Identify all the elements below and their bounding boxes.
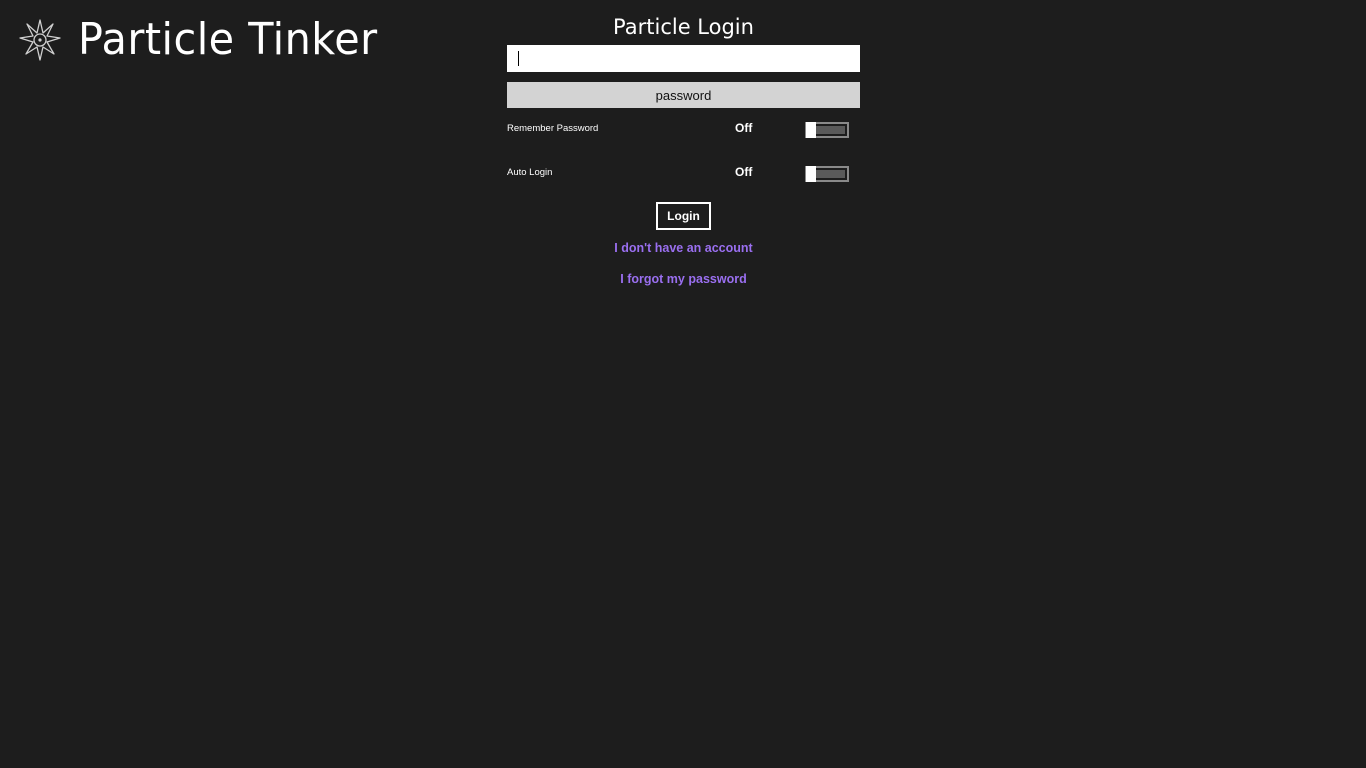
remember-password-toggle[interactable] (805, 122, 849, 138)
app-window: Particle Tinker Particle Login Remember … (0, 0, 1366, 768)
starburst-logo-icon (19, 19, 61, 61)
password-input[interactable] (507, 82, 860, 108)
remember-password-state: Off (735, 121, 753, 135)
auto-login-toggle[interactable] (805, 166, 849, 182)
auto-login-label: Auto Login (507, 167, 553, 178)
toggle-thumb[interactable] (806, 122, 816, 138)
remember-password-label: Remember Password (507, 123, 599, 134)
login-panel: Particle Login Remember Password Off Aut… (507, 12, 860, 286)
username-input[interactable] (507, 45, 860, 72)
no-account-link[interactable]: I don't have an account (507, 241, 860, 255)
app-header: Particle Tinker (18, 14, 397, 66)
login-button[interactable]: Login (656, 202, 711, 230)
text-caret (518, 51, 519, 66)
toggle-thumb[interactable] (806, 166, 816, 182)
forgot-password-link[interactable]: I forgot my password (507, 272, 860, 286)
remember-password-row: Remember Password Off (507, 119, 860, 141)
login-button-row: Login (507, 202, 860, 230)
auto-login-row: Auto Login Off (507, 163, 860, 185)
app-title: Particle Tinker (78, 14, 378, 65)
login-title: Particle Login (613, 15, 754, 39)
auto-login-state: Off (735, 165, 753, 179)
